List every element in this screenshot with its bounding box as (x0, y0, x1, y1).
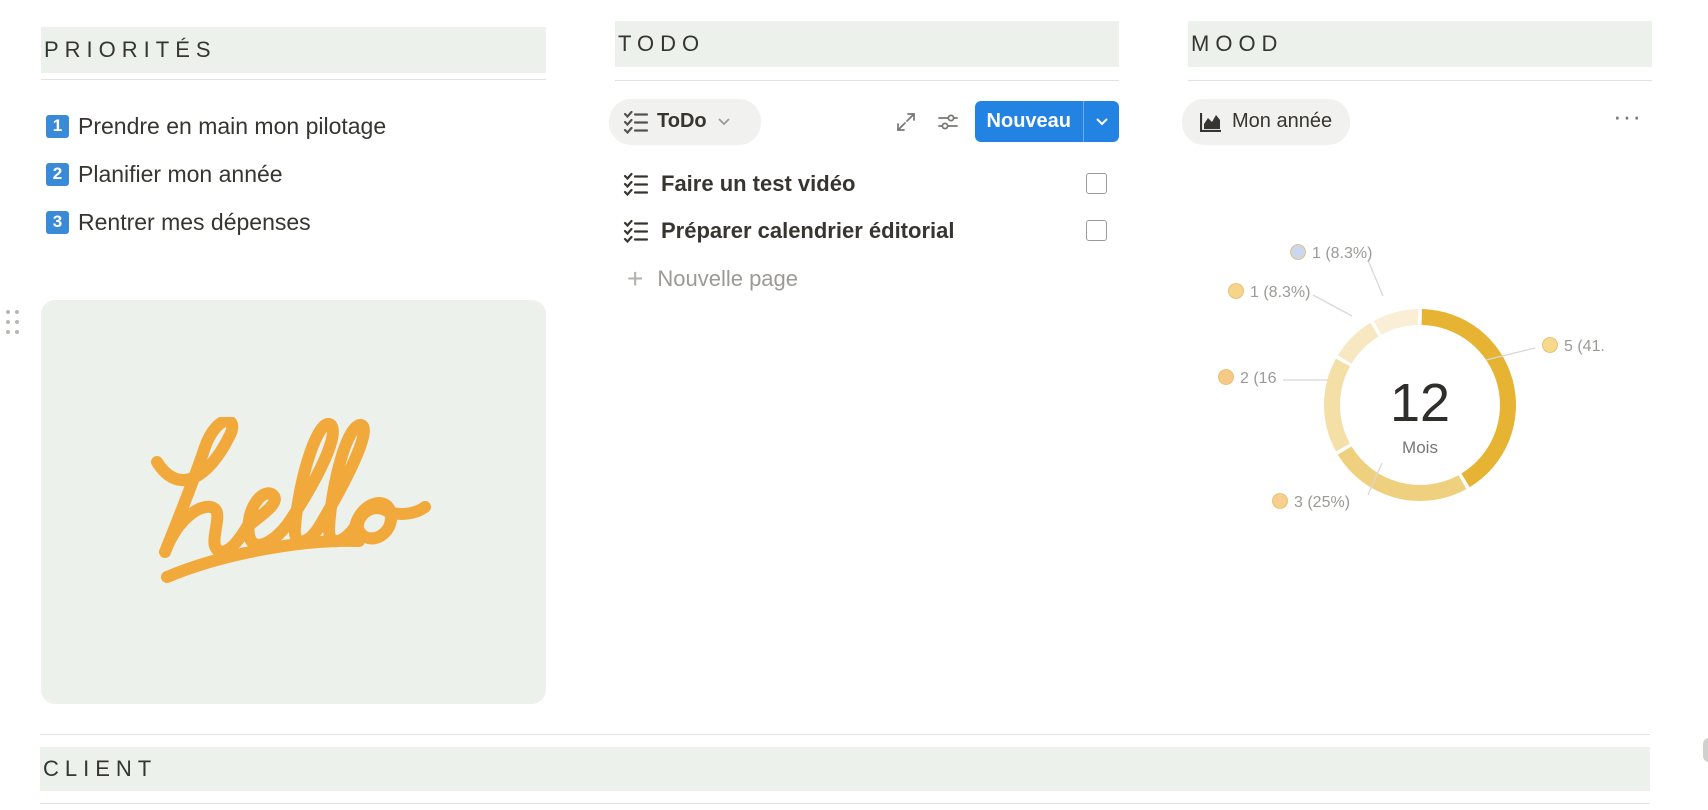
todo-section: TODO ToDo Nouveau Faire un test vidéo Pr… (609, 21, 1119, 304)
client-underline (40, 803, 1650, 804)
todo-row[interactable]: Préparer calendrier éditorial (615, 207, 1119, 254)
client-section: CLIENT (40, 747, 1650, 804)
sleepy-face-icon (1272, 493, 1288, 509)
priority-item[interactable]: 2 Planifier mon année (41, 150, 546, 198)
priority-label: Planifier mon année (78, 160, 283, 187)
donut-slice-label: 1 (8.3%) (1312, 245, 1372, 262)
neutral-face-icon (1218, 369, 1234, 385)
priority-item[interactable]: 1 Prendre en main mon pilotage (41, 102, 546, 150)
todo-toolbar: ToDo Nouveau (609, 98, 1119, 145)
donut-slice[interactable] (1324, 358, 1350, 452)
priorities-section: PRIORITÉS 1 Prendre en main mon pilotage… (41, 27, 546, 246)
todo-view-selector[interactable]: ToDo (609, 98, 761, 145)
mood-view-label: Mon année (1232, 110, 1333, 132)
area-chart-icon (1200, 112, 1221, 132)
donut-slice-label: 1 (8.3%) (1250, 284, 1310, 301)
checklist-icon (623, 110, 649, 134)
new-entry-button[interactable]: Nouveau (974, 101, 1119, 142)
mood-view-selector[interactable]: Mon année (1182, 98, 1351, 145)
donut-total-label: Mois (1402, 438, 1438, 457)
keycap-2-icon: 2 (46, 162, 69, 186)
todo-list: Faire un test vidéo Préparer calendrier … (615, 160, 1119, 304)
checklist-icon (623, 219, 649, 243)
new-page-button[interactable]: + Nouvelle page (615, 254, 1119, 304)
label-leader-line (1367, 259, 1384, 297)
chevron-down-icon (717, 117, 730, 125)
mood-toolbar: Mon année ··· (1182, 98, 1652, 145)
donut-slice-label: 3 (25%) (1294, 494, 1350, 511)
todo-title[interactable]: Préparer calendrier éditorial (661, 218, 1086, 244)
label-leader-line (1312, 294, 1353, 317)
keycap-1-icon: 1 (46, 114, 69, 138)
donut-total-value: 12 (1390, 373, 1450, 433)
mood-donut-chart: 5 (41. 3 (25%) 2 (16 1 (8.3%) 1 (8.3%) 12 Mois (1218, 244, 1605, 511)
keycap-3-icon: 3 (46, 210, 69, 234)
donut-slice[interactable] (1373, 309, 1419, 335)
client-divider (40, 734, 1650, 735)
todo-heading: TODO (615, 21, 1119, 67)
todo-title[interactable]: Faire un test vidéo (661, 171, 1086, 197)
priority-label: Rentrer mes dépenses (78, 208, 311, 235)
grimacing-face-icon (1228, 283, 1244, 299)
todo-checkbox[interactable] (1086, 173, 1107, 194)
checklist-icon (623, 172, 649, 196)
filter-settings-icon[interactable] (933, 107, 963, 137)
new-page-label: Nouvelle page (657, 266, 799, 291)
donut-slice[interactable] (1337, 322, 1379, 364)
new-dropdown-chevron-icon[interactable] (1083, 101, 1119, 142)
priorities-list: 1 Prendre en main mon pilotage 2 Planifi… (41, 102, 546, 246)
priorities-heading: PRIORITÉS (41, 27, 546, 73)
screaming-face-icon (1290, 244, 1306, 260)
expand-icon[interactable] (891, 107, 921, 137)
hello-image: hello (41, 300, 546, 704)
todo-view-label: ToDo (657, 110, 707, 132)
hello-lettering: hello (150, 417, 431, 583)
client-heading: CLIENT (40, 747, 1650, 791)
todo-row[interactable]: Faire un test vidéo (615, 160, 1119, 207)
new-button-label[interactable]: Nouveau (975, 101, 1083, 142)
priority-label: Prendre en main mon pilotage (78, 112, 387, 139)
priorities-divider (41, 79, 546, 80)
mood-section: MOOD Mon année ··· (1182, 21, 1652, 145)
donut-slice-label: 2 (16 (1240, 370, 1277, 387)
more-options-icon[interactable]: ··· (1613, 103, 1642, 133)
todo-checkbox[interactable] (1086, 220, 1107, 241)
party-face-icon (1542, 337, 1558, 353)
scroll-indicator[interactable] (1703, 738, 1708, 762)
mood-heading: MOOD (1188, 21, 1652, 67)
donut-slice-label: 5 (41. (1564, 338, 1605, 355)
plus-icon: + (627, 263, 644, 294)
block-drag-handle[interactable] (6, 310, 20, 336)
mood-divider (1188, 80, 1652, 81)
todo-divider (615, 80, 1119, 81)
priority-item[interactable]: 3 Rentrer mes dépenses (41, 198, 546, 246)
